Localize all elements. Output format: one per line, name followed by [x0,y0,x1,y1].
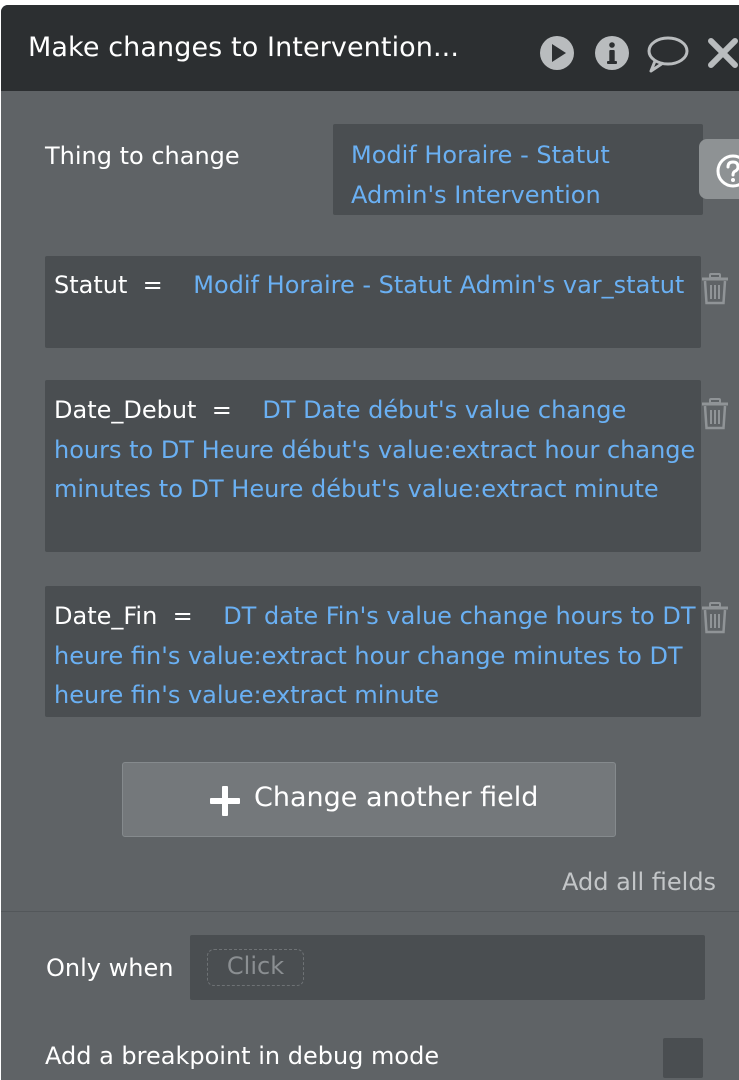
comment-icon[interactable] [646,34,690,74]
help-icon [716,154,739,188]
field-row-date-fin[interactable]: Date_Fin = DT date Fin's value change ho… [45,586,701,717]
field-name: Date_Fin [54,602,158,630]
field-name: Date_Debut [54,396,197,424]
plus-icon [210,786,240,816]
breakpoint-checkbox[interactable] [663,1038,703,1078]
field-row-date-debut[interactable]: Date_Debut = DT Date début's value chang… [45,380,701,552]
field-name: Statut [54,271,128,299]
delete-field-statut-icon[interactable] [701,273,729,305]
close-icon[interactable] [708,38,739,68]
change-another-field-button[interactable]: Change another field [122,762,616,837]
help-tab[interactable] [699,139,739,199]
change-another-field-label: Change another field [254,782,539,813]
info-icon[interactable] [594,35,630,71]
breakpoint-label: Add a breakpoint in debug mode [45,1042,440,1070]
thing-to-change-input[interactable]: Modif Horaire - Statut Admin's Intervent… [333,124,703,215]
thing-to-change-label: Thing to change [45,142,240,170]
action-editor-panel: Make changes to Intervention... Thing to… [1,5,739,1080]
panel-header: Make changes to Intervention... [1,5,739,91]
delete-field-date-fin-icon[interactable] [701,602,729,634]
field-operator: = [211,396,232,424]
only-when-label: Only when [46,954,174,982]
thing-to-change-value: Modif Horaire - Statut Admin's Intervent… [351,141,610,209]
panel-title: Make changes to Intervention... [28,32,460,63]
play-icon[interactable] [539,35,575,71]
field-expression[interactable]: Modif Horaire - Statut Admin's var_statu… [193,271,684,299]
add-all-fields-link[interactable]: Add all fields [562,868,716,896]
field-row-statut[interactable]: Statut = Modif Horaire - Statut Admin's … [45,256,701,348]
field-operator: = [142,271,163,299]
field-operator: = [172,602,193,630]
only-when-condition-input[interactable]: Click [190,935,705,1000]
only-when-placeholder[interactable]: Click [207,949,304,986]
delete-field-date-debut-icon[interactable] [701,398,729,430]
section-divider [1,911,739,912]
